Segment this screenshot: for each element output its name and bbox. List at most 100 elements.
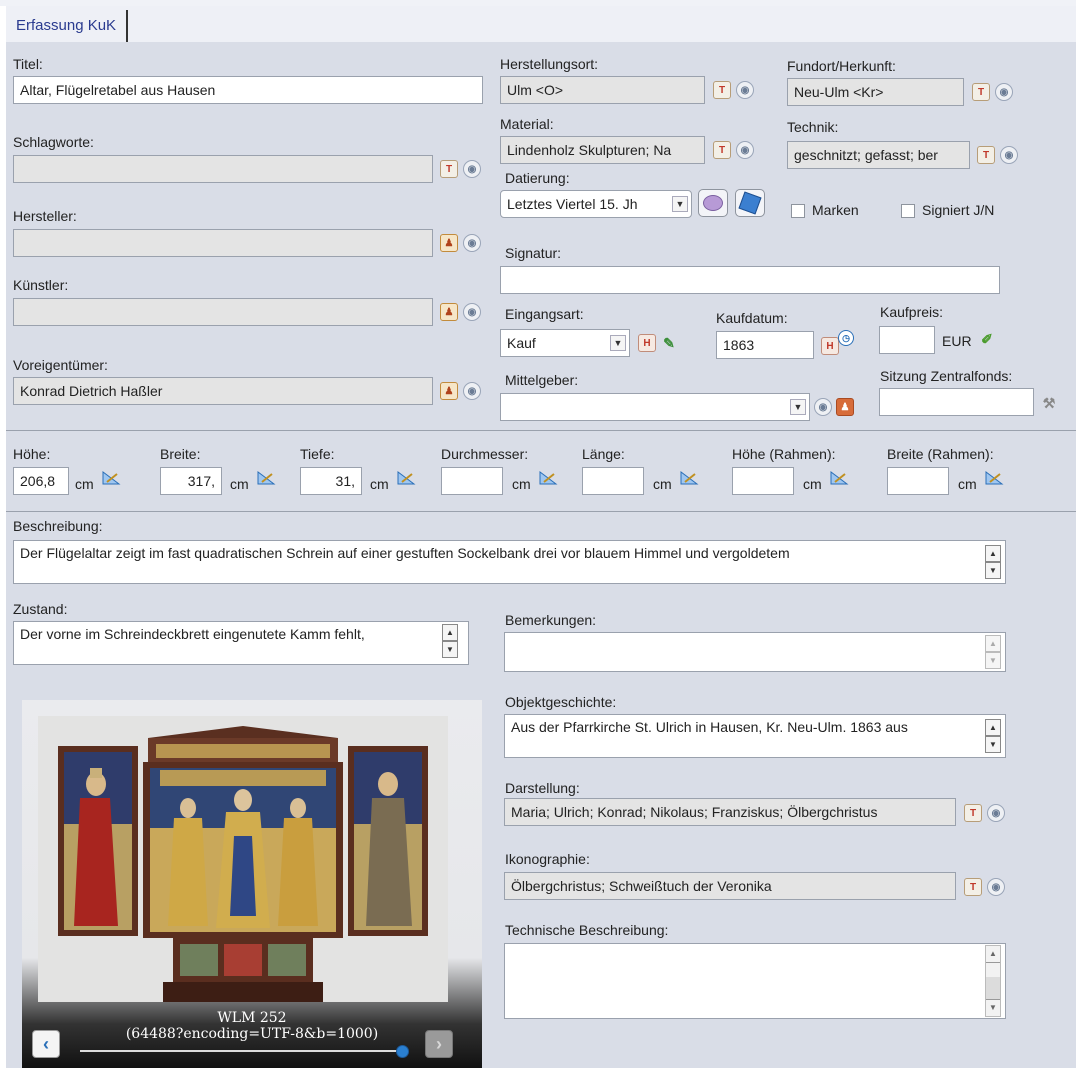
money-icon[interactable]: ✐	[978, 330, 996, 348]
measure-icon[interactable]	[984, 470, 1004, 486]
scroll-down-icon[interactable]: ▼	[986, 999, 1000, 1016]
scroll-down-icon[interactable]: ▼	[985, 736, 1001, 753]
scroll-up-icon[interactable]: ▲	[986, 946, 1000, 963]
lookup-icon[interactable]: ◉	[463, 303, 481, 321]
scroll-down-icon[interactable]: ▼	[985, 562, 1001, 579]
mittelgeber-label: Mittelgeber:	[505, 372, 579, 388]
signiert-checkbox[interactable]	[901, 204, 915, 218]
lookup-icon[interactable]: ◉	[736, 81, 754, 99]
zustand-scroll[interactable]: ▲ ▼	[442, 624, 458, 658]
clock-icon[interactable]: ◷	[838, 330, 854, 346]
date-edit-button[interactable]	[735, 189, 765, 217]
objektgeschichte-scroll[interactable]: ▲ ▼	[985, 719, 1001, 753]
voreigentuemer-input[interactable]: Konrad Dietrich Haßler	[13, 377, 433, 405]
hoehe-input[interactable]: 206,8	[13, 467, 69, 495]
image-slider-track[interactable]	[80, 1050, 400, 1052]
hersteller-label: Hersteller:	[13, 208, 77, 224]
scroll-up-icon[interactable]: ▲	[985, 545, 1001, 562]
prev-image-button[interactable]: ‹	[32, 1030, 60, 1058]
thesaurus-icon[interactable]: T	[972, 83, 990, 101]
person-icon[interactable]: ♟	[440, 382, 458, 400]
measure-icon[interactable]	[679, 470, 699, 486]
hersteller-input[interactable]	[13, 229, 433, 257]
beschreibung-scroll[interactable]: ▲ ▼	[985, 545, 1001, 579]
thesaurus-icon[interactable]: T	[713, 141, 731, 159]
thesaurus-icon[interactable]: T	[964, 804, 982, 822]
person-icon[interactable]: ♟	[440, 303, 458, 321]
measure-icon[interactable]	[101, 470, 121, 486]
datierung-label: Datierung:	[505, 170, 570, 186]
edit-pencil-icon[interactable]: ✎	[660, 334, 678, 352]
thesaurus-icon[interactable]: T	[440, 160, 458, 178]
comment-button[interactable]	[698, 189, 728, 217]
sitzung-input[interactable]	[879, 388, 1034, 416]
scroll-up-icon[interactable]: ▲	[985, 635, 1001, 652]
history-icon[interactable]: H	[821, 337, 839, 355]
lookup-icon[interactable]: ◉	[995, 83, 1013, 101]
beschreibung-textarea[interactable]: Der Flügelaltar zeigt im fast quadratisc…	[13, 540, 1006, 584]
measure-icon[interactable]	[396, 470, 416, 486]
lookup-icon[interactable]: ◉	[463, 382, 481, 400]
image-slider-handle[interactable]	[396, 1045, 409, 1058]
technische-beschreibung-textarea[interactable]	[504, 943, 1006, 1019]
breite-input[interactable]: 317,	[160, 467, 222, 495]
material-input[interactable]: Lindenholz Skulpturen; Na	[500, 136, 705, 164]
kaufdatum-input[interactable]: 1863	[716, 331, 814, 359]
tiefe-input[interactable]: 31,	[300, 467, 362, 495]
scroll-thumb[interactable]	[986, 977, 1000, 999]
chevron-down-icon[interactable]: ▼	[790, 399, 806, 415]
tab-erfassung-kuk[interactable]: Erfassung KuK	[6, 10, 129, 42]
scroll-up-icon[interactable]: ▲	[442, 624, 458, 641]
measure-icon[interactable]	[538, 470, 558, 486]
lookup-icon[interactable]: ◉	[463, 160, 481, 178]
measure-icon[interactable]	[829, 470, 849, 486]
titel-input[interactable]: Altar, Flügelretabel aus Hausen	[13, 76, 483, 104]
hoehe-rahmen-input[interactable]	[732, 467, 794, 495]
darstellung-input[interactable]: Maria; Ulrich; Konrad; Nikolaus; Franzis…	[504, 798, 956, 826]
bemerkungen-scroll[interactable]: ▲ ▼	[985, 635, 1001, 669]
history-icon[interactable]: H	[638, 334, 656, 352]
lookup-icon[interactable]: ◉	[987, 878, 1005, 896]
herstellungsort-input[interactable]: Ulm <O>	[500, 76, 705, 104]
technische-beschreibung-scrollbar[interactable]: ▲ ▼	[985, 945, 1001, 1017]
lookup-icon[interactable]: ◉	[736, 141, 754, 159]
person-icon[interactable]: ♟	[440, 234, 458, 252]
zustand-text: Der vorne im Schreindeckbrett eingenutet…	[20, 626, 365, 642]
thesaurus-icon[interactable]: T	[713, 81, 731, 99]
scroll-up-icon[interactable]: ▲	[985, 719, 1001, 736]
unit-label: cm	[75, 476, 94, 492]
kuenstler-input[interactable]	[13, 298, 433, 326]
signatur-input[interactable]	[500, 266, 1000, 294]
scroll-down-icon[interactable]: ▼	[442, 641, 458, 658]
technik-input[interactable]: geschnitzt; gefasst; ber	[787, 141, 970, 169]
kaufpreis-input[interactable]	[879, 326, 935, 354]
mittelgeber-select[interactable]	[500, 393, 810, 421]
breite-rahmen-input[interactable]	[887, 467, 949, 495]
lookup-icon[interactable]: ◉	[814, 398, 832, 416]
beschreibung-text: Der Flügelaltar zeigt im fast quadratisc…	[20, 545, 790, 561]
wrench-icon[interactable]: ⚒	[1040, 394, 1058, 412]
durchmesser-input[interactable]	[441, 467, 503, 495]
chevron-down-icon[interactable]: ▼	[610, 335, 626, 351]
ikonographie-input[interactable]: Ölbergchristus; Schweißtuch der Veronika	[504, 872, 956, 900]
fundort-input[interactable]: Neu-Ulm <Kr>	[787, 78, 964, 106]
zustand-textarea[interactable]: Der vorne im Schreindeckbrett eingenutet…	[13, 621, 469, 665]
objektgeschichte-textarea[interactable]: Aus der Pfarrkirche St. Ulrich in Hausen…	[504, 714, 1006, 758]
datierung-select[interactable]: Letztes Viertel 15. Jh	[500, 190, 692, 218]
chevron-down-icon[interactable]: ▼	[672, 196, 688, 212]
measure-icon[interactable]	[256, 470, 276, 486]
person-icon[interactable]: ♟	[836, 398, 854, 416]
marken-checkbox[interactable]	[791, 204, 805, 218]
lookup-icon[interactable]: ◉	[463, 234, 481, 252]
lookup-icon[interactable]: ◉	[1000, 146, 1018, 164]
thesaurus-icon[interactable]: T	[977, 146, 995, 164]
lookup-icon[interactable]: ◉	[987, 804, 1005, 822]
beschreibung-label: Beschreibung:	[13, 518, 103, 534]
next-image-button[interactable]: ›	[425, 1030, 453, 1058]
bemerkungen-textarea[interactable]	[504, 632, 1006, 672]
thesaurus-icon[interactable]: T	[964, 878, 982, 896]
darstellung-label: Darstellung:	[505, 780, 580, 796]
schlagworte-input[interactable]	[13, 155, 433, 183]
laenge-input[interactable]	[582, 467, 644, 495]
scroll-down-icon[interactable]: ▼	[985, 652, 1001, 669]
